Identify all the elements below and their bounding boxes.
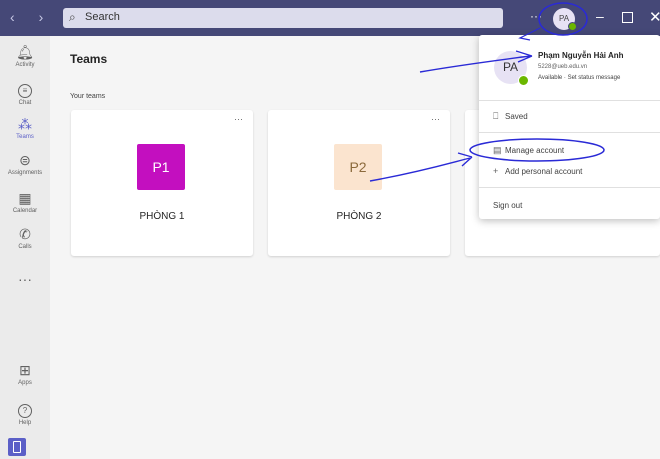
status-dot: [568, 22, 577, 31]
rail-label: Calls: [18, 244, 32, 250]
forward-icon[interactable]: ›: [39, 9, 54, 25]
saved-label: Saved: [505, 112, 528, 121]
profile-status: Available · Set status message: [538, 75, 621, 81]
sign-out-menu-item[interactable]: Sign out: [493, 201, 522, 210]
plus-icon: +: [493, 166, 499, 176]
profile-avatar: PA: [494, 51, 529, 86]
saved-menu-item[interactable]: ⎕ Saved: [493, 111, 528, 122]
chat-icon: ≡: [0, 80, 50, 98]
rail-label: Activity: [15, 62, 35, 68]
team-name: PHÒNG 1: [139, 211, 185, 222]
rail-label: Calendar: [12, 208, 38, 214]
close-window-button[interactable]: ✕: [649, 8, 660, 26]
rail-item-chat[interactable]: ≡ Chat: [0, 80, 50, 107]
team-tile: P2: [334, 144, 382, 190]
rail-label: Teams: [16, 134, 34, 140]
avatar-initials: PA: [502, 60, 519, 74]
maximize-button[interactable]: [622, 12, 633, 23]
page-title: Teams: [70, 52, 108, 66]
manage-account-menu-item[interactable]: ▤ Manage account: [493, 145, 564, 156]
card-more-button[interactable]: ···: [234, 114, 243, 124]
add-account-label: Add personal account: [505, 167, 583, 176]
assignments-icon: ⊜: [19, 152, 31, 168]
mobile-icon: [13, 441, 21, 453]
profile-name: Phạm Nguyễn Hải Anh: [538, 51, 624, 60]
status-text[interactable]: Available: [538, 75, 562, 81]
divider: [479, 132, 660, 133]
rail-item-calendar[interactable]: ▦ Calendar: [0, 190, 50, 215]
bookmark-icon: ⎕: [493, 111, 499, 121]
card-more-button[interactable]: ···: [431, 114, 440, 124]
title-bar: ‹ › ⌕ Search ··· PA – ✕: [0, 0, 660, 36]
profile-menu: PA Phạm Nguyễn Hải Anh 5228@ueb.edu.vn A…: [479, 35, 660, 219]
section-label: Your teams: [70, 93, 106, 100]
rail-item-activity[interactable]: 🔔︎ Activity: [0, 44, 50, 69]
nav-arrows: ‹ ›: [10, 9, 53, 25]
bell-icon: 🔔︎: [16, 44, 34, 60]
team-card[interactable]: ··· P1 PHÒNG 1: [71, 110, 253, 256]
app-rail: 🔔︎ Activity ≡ Chat ⁂ Teams ⊜ Assignments…: [0, 36, 50, 459]
phone-icon: ✆: [19, 226, 31, 242]
more-icon: ···: [18, 271, 32, 287]
help-icon: ?: [0, 400, 50, 418]
status-available-icon: [518, 75, 529, 86]
minimize-button[interactable]: –: [596, 8, 604, 24]
manage-account-label: Manage account: [505, 146, 565, 155]
add-account-menu-item[interactable]: + Add personal account: [493, 166, 582, 176]
rail-label: Help: [18, 420, 32, 426]
team-name: PHÒNG 2: [336, 211, 382, 222]
calendar-icon: ▦: [18, 190, 32, 206]
set-status-link[interactable]: Set status message: [568, 75, 621, 81]
more-options-button[interactable]: ···: [530, 9, 542, 23]
avatar-initials: PA: [558, 14, 570, 23]
rail-label: Apps: [18, 380, 32, 386]
rail-label: Chat: [18, 100, 32, 106]
team-card[interactable]: ··· P2 PHÒNG 2: [268, 110, 450, 256]
rail-label: Assignments: [7, 170, 43, 176]
divider: [479, 100, 660, 101]
rail-item-more[interactable]: ···: [0, 271, 50, 287]
profile-email: 5228@ueb.edu.vn: [538, 64, 588, 70]
rail-item-help[interactable]: ? Help: [0, 400, 50, 427]
rail-item-calls[interactable]: ✆ Calls: [0, 226, 50, 251]
teams-icon: ⁂: [18, 116, 32, 132]
rail-item-teams[interactable]: ⁂ Teams: [0, 116, 50, 141]
search-placeholder: Search: [85, 11, 120, 23]
divider: [479, 187, 660, 188]
search-input[interactable]: ⌕ Search: [63, 8, 503, 28]
team-tile: P1: [137, 144, 185, 190]
id-card-icon: ▤: [493, 145, 502, 155]
mobile-app-button[interactable]: [8, 438, 26, 456]
apps-icon: ⊞: [19, 362, 31, 378]
rail-item-assignments[interactable]: ⊜ Assignments: [0, 152, 50, 177]
sign-out-label: Sign out: [493, 201, 523, 210]
search-icon: ⌕: [69, 10, 76, 24]
profile-avatar-button[interactable]: PA: [553, 8, 577, 31]
back-icon[interactable]: ‹: [10, 9, 25, 25]
rail-item-apps[interactable]: ⊞ Apps: [0, 362, 50, 387]
